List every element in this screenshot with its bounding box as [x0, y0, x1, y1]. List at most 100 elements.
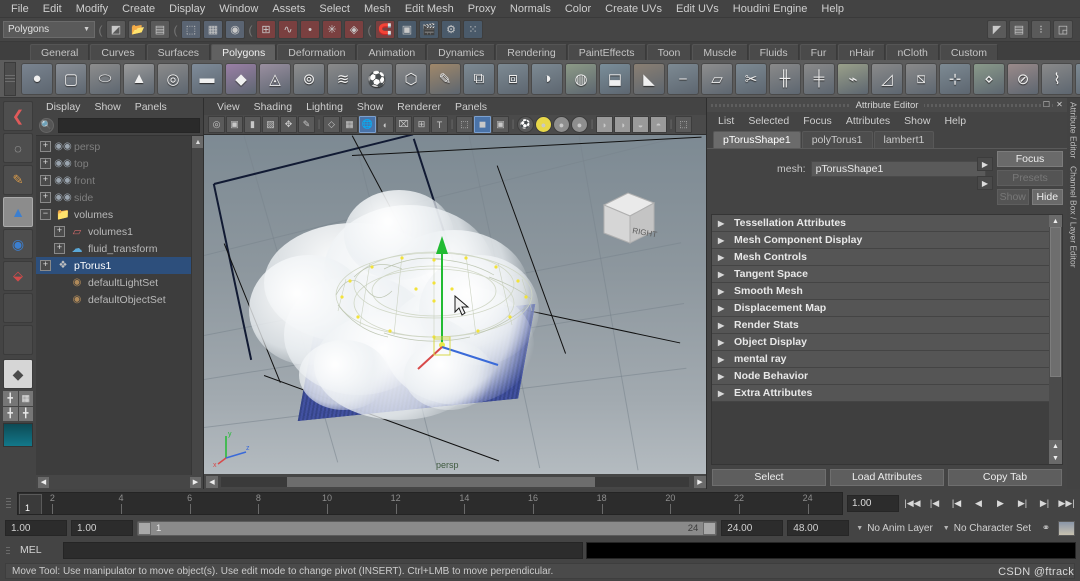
range-end-handle[interactable]	[703, 522, 716, 535]
go-to-start-button[interactable]: |◀◀	[903, 494, 922, 512]
select-by-object-type-icon[interactable]: ▦	[203, 20, 223, 39]
scene-lights-icon[interactable]: ●	[571, 116, 588, 133]
expand-toggle-icon[interactable]: +	[40, 141, 51, 152]
three-pane-layout-icon[interactable]: ╋	[19, 407, 34, 422]
outliner-item-front[interactable]: +◉◉front	[36, 172, 203, 189]
shelf-tab-surfaces[interactable]: Surfaces	[147, 44, 210, 60]
render-settings-icon[interactable]: ⚙	[441, 20, 461, 39]
perspective-viewport[interactable]: RIGHT y z x persp	[204, 135, 706, 474]
cut-faces-icon[interactable]: ⌁	[837, 63, 869, 95]
shelf-tab-fluids[interactable]: Fluids	[749, 44, 799, 60]
smooth-icon[interactable]: ◍	[565, 63, 597, 95]
outliner-search-input[interactable]	[58, 118, 200, 133]
menu-edit-uvs[interactable]: Edit UVs	[669, 0, 726, 18]
shelf-tab-dynamics[interactable]: Dynamics	[427, 44, 495, 60]
high-quality-render-icon[interactable]: ⚽	[517, 116, 534, 133]
presets-button[interactable]: Presets	[997, 170, 1063, 186]
snap-to-curve-icon[interactable]: ∿	[278, 20, 298, 39]
command-language-label[interactable]: MEL	[14, 544, 60, 556]
focus-button[interactable]: Focus	[997, 151, 1063, 167]
save-scene-icon[interactable]: ▤	[150, 20, 170, 39]
attribute-editor-toggle-icon[interactable]: ▤	[1009, 20, 1029, 39]
outliner-horizontal-scrollbar[interactable]: ◀ ▶	[36, 475, 203, 489]
outliner-item-fluid_transform[interactable]: +☁fluid_transform	[36, 240, 203, 257]
show-button[interactable]: Show	[997, 189, 1029, 205]
ae-section-mesh-controls[interactable]: ▶Mesh Controls	[712, 249, 1049, 266]
use-all-lights-icon[interactable]: 🌐	[359, 116, 376, 133]
select-by-component-type-icon[interactable]: ◉	[225, 20, 245, 39]
shelf-tab-fur[interactable]: Fur	[800, 44, 838, 60]
ae-section-mesh-component-display[interactable]: ▶Mesh Component Display	[712, 232, 1049, 249]
poly-platonic-icon[interactable]: ⬡	[395, 63, 427, 95]
shelf-tab-muscle[interactable]: Muscle	[692, 44, 747, 60]
ae-section-render-stats[interactable]: ▶Render Stats	[712, 317, 1049, 334]
viewport-menu-show[interactable]: Show	[350, 101, 390, 113]
viewport-scroll-track[interactable]	[221, 477, 689, 487]
ipr-render-icon[interactable]: 🎬	[419, 20, 439, 39]
command-input-field[interactable]	[63, 542, 583, 559]
step-forward-frame-button[interactable]: ▶|	[1035, 494, 1054, 512]
blank-slot-1[interactable]	[3, 293, 33, 323]
tab-channel-box-layer-editor[interactable]: Channel Box / Layer Editor	[1069, 166, 1079, 268]
separate-icon[interactable]: ⧈	[497, 63, 529, 95]
ae-section-node-behavior[interactable]: ▶Node Behavior	[712, 368, 1049, 385]
shadow-map-icon[interactable]: ◗	[596, 116, 613, 133]
ae-section-extra-attributes[interactable]: ▶Extra Attributes	[712, 385, 1049, 402]
booleans-icon[interactable]: ◑	[531, 63, 563, 95]
range-slider-bar[interactable]: 1 24	[137, 521, 717, 536]
ae-menu-attributes[interactable]: Attributes	[839, 115, 897, 127]
toolbar-separator[interactable]	[247, 21, 254, 39]
viewport-scroll-thumb[interactable]	[287, 477, 596, 487]
anim-layer-selector[interactable]: ▼ No Anim Layer	[853, 520, 936, 536]
snap-to-point-icon[interactable]: •	[300, 20, 320, 39]
blank-slot-2[interactable]	[3, 325, 33, 355]
menu-assets[interactable]: Assets	[265, 0, 312, 18]
xray-icon[interactable]: ⌧	[395, 116, 412, 133]
connect-components-icon[interactable]: ⊹	[939, 63, 971, 95]
isolate-selection-icon[interactable]: ⬚	[675, 116, 692, 133]
ae-menu-list[interactable]: List	[711, 115, 741, 127]
shadows-icon[interactable]: ◐	[377, 116, 394, 133]
viewport-menu-renderer[interactable]: Renderer	[390, 101, 448, 113]
scroll-down-icon[interactable]: ▼	[1049, 452, 1062, 464]
output-connection-icon[interactable]: ▶	[977, 176, 993, 190]
shelf-tab-polygons[interactable]: Polygons	[211, 44, 276, 60]
insert-edge-loop-icon[interactable]: ╫	[769, 63, 801, 95]
outliner-menu-display[interactable]: Display	[40, 101, 86, 113]
viewport-scrollbar[interactable]: ◀ ▶	[204, 474, 706, 489]
shelf-tab-toon[interactable]: Toon	[647, 44, 692, 60]
crease-tool-icon[interactable]: ⌇	[1041, 63, 1073, 95]
viewport-menu-panels[interactable]: Panels	[448, 101, 494, 113]
outliner-item-side[interactable]: +◉◉side	[36, 189, 203, 206]
select-camera-icon[interactable]: ◎	[208, 116, 225, 133]
maximize-icon[interactable]: ☐	[1041, 99, 1052, 110]
attribute-editor-scrollbar[interactable]: ▲ ▲ ▼	[1049, 215, 1062, 464]
move-tool-icon[interactable]: ▲	[3, 197, 33, 227]
menu-edit[interactable]: Edit	[36, 0, 69, 18]
motion-blur-icon[interactable]: ◒	[632, 116, 649, 133]
tab-attribute-editor[interactable]: Attribute Editor	[1069, 102, 1079, 158]
shelf-tab-nhair[interactable]: nHair	[838, 44, 885, 60]
outliner-item-persp[interactable]: +◉◉persp	[36, 138, 203, 155]
merge-vertices-icon[interactable]: ⋄	[973, 63, 1005, 95]
viewport-menu-shading[interactable]: Shading	[247, 101, 300, 113]
wedge-face-icon[interactable]: ◿	[871, 63, 903, 95]
bookmarks-icon[interactable]: ▮	[244, 116, 261, 133]
shelf-tab-animation[interactable]: Animation	[357, 44, 426, 60]
playback-start-time-field[interactable]: 1.00	[71, 520, 133, 536]
paint-selection-tool-icon[interactable]: ✎	[3, 165, 33, 195]
open-scene-icon[interactable]: 📂	[128, 20, 148, 39]
ae-menu-show[interactable]: Show	[897, 115, 937, 127]
copy-tab-button[interactable]: Copy Tab	[948, 469, 1062, 486]
two-pane-layout-icon[interactable]: ▦	[19, 391, 34, 406]
menu-file[interactable]: File	[4, 0, 36, 18]
layout-quick-buttons[interactable]: ╋ ▦ ╋ ╋	[3, 391, 33, 421]
menu-select[interactable]: Select	[312, 0, 357, 18]
menu-create[interactable]: Create	[115, 0, 162, 18]
poly-cone-icon[interactable]: ▲	[123, 63, 155, 95]
input-connection-icon[interactable]: ▶	[977, 157, 993, 171]
select-button[interactable]: Select	[712, 469, 826, 486]
menu-help[interactable]: Help	[814, 0, 851, 18]
bevel-icon[interactable]: ◣	[633, 63, 665, 95]
textured-display-icon[interactable]: ▣	[492, 116, 509, 133]
